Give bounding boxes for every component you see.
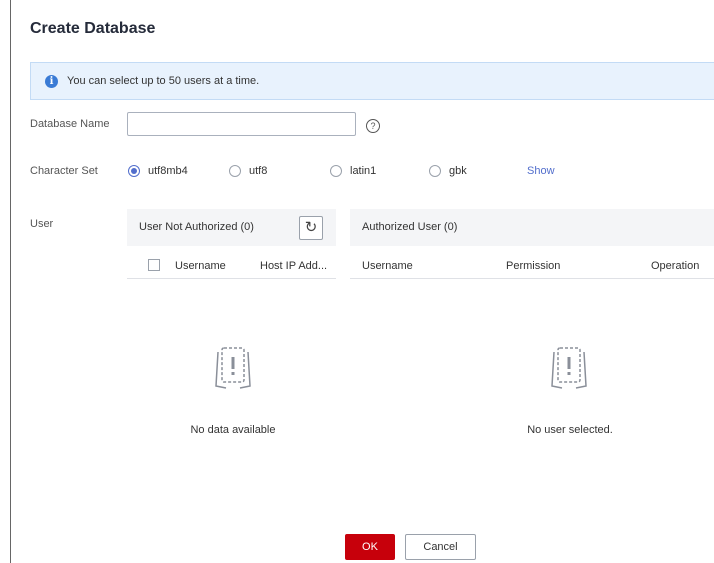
refresh-button[interactable]: ↻ xyxy=(299,216,323,240)
character-set-label: Character Set xyxy=(30,165,98,177)
unauthorized-empty-text: No data available xyxy=(190,424,276,436)
user-label: User xyxy=(30,218,54,230)
info-banner: i You can select up to 50 users at a tim… xyxy=(30,62,714,100)
authorized-table-header: Username Permission Operation xyxy=(350,247,714,279)
authorized-empty-text: No user selected. xyxy=(527,424,613,436)
select-all-checkbox[interactable] xyxy=(148,259,160,271)
radio-checked-icon[interactable] xyxy=(128,165,140,177)
radio-unchecked-icon[interactable] xyxy=(229,165,241,177)
charset-option-label: utf8 xyxy=(249,165,268,177)
column-username: Username xyxy=(175,260,226,272)
ok-button[interactable]: OK xyxy=(345,534,395,560)
left-border-line xyxy=(10,0,11,563)
radio-unchecked-icon[interactable] xyxy=(429,165,441,177)
column-operation: Operation xyxy=(651,260,700,272)
charset-option-label: utf8mb4 xyxy=(148,165,188,177)
charset-option-label: gbk xyxy=(449,165,467,177)
radio-unchecked-icon[interactable] xyxy=(330,165,342,177)
unauthorized-panel-title: User Not Authorized (0) xyxy=(139,221,254,233)
authorized-panel-header: Authorized User (0) xyxy=(350,209,714,246)
cancel-button[interactable]: Cancel xyxy=(405,534,476,560)
empty-data-icon xyxy=(215,347,251,389)
info-text: You can select up to 50 users at a time. xyxy=(67,75,260,87)
show-more-link[interactable]: Show xyxy=(527,165,555,177)
help-icon[interactable]: ? xyxy=(366,119,380,133)
refresh-icon: ↻ xyxy=(304,219,318,236)
database-name-label: Database Name xyxy=(30,118,110,130)
column-username: Username xyxy=(362,260,413,272)
database-name-input[interactable] xyxy=(127,112,356,136)
info-icon: i xyxy=(45,75,58,88)
column-host-ip: Host IP Add... xyxy=(260,260,328,272)
dialog-title: Create Database xyxy=(30,20,156,37)
authorized-panel-title: Authorized User (0) xyxy=(362,221,458,233)
empty-data-icon xyxy=(551,347,587,389)
charset-option-label: latin1 xyxy=(350,165,377,177)
column-permission: Permission xyxy=(506,260,561,272)
